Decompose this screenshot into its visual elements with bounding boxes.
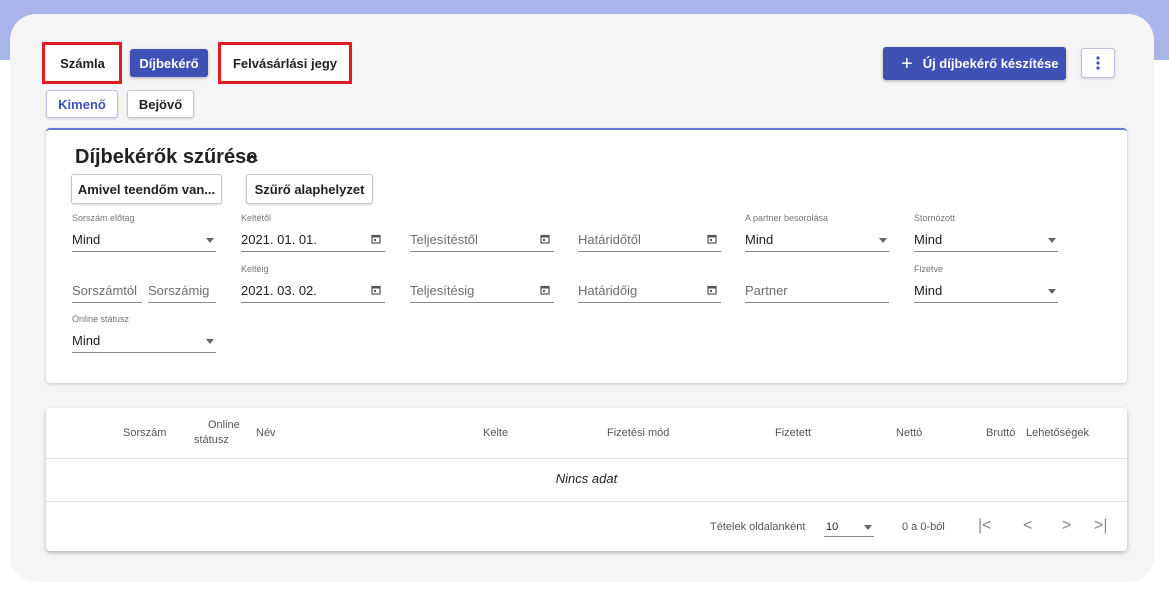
column-header-statusz[interactable]: státusz bbox=[194, 434, 229, 446]
paid-select[interactable]: Fizetve Mind bbox=[914, 264, 1058, 303]
column-header-netto[interactable]: Nettó bbox=[896, 427, 922, 439]
column-header-fizetett[interactable]: Fizetett bbox=[775, 427, 811, 439]
table-divider bbox=[46, 501, 1127, 502]
tab-kimeno[interactable]: Kimenő bbox=[46, 90, 118, 118]
serial-from-field[interactable]: Sorszámtól bbox=[72, 281, 142, 303]
calendar-icon[interactable] bbox=[371, 234, 381, 244]
tab-dijbekero[interactable]: Díjbekérő bbox=[130, 49, 208, 77]
more-vertical-icon bbox=[1096, 56, 1100, 70]
page-range: 0 a 0-ból bbox=[902, 521, 945, 533]
calendar-icon[interactable] bbox=[371, 285, 381, 295]
column-header-brutto[interactable]: Bruttó bbox=[986, 427, 1015, 439]
chevron-up-icon[interactable] bbox=[244, 150, 260, 166]
empty-message: Nincs adat bbox=[555, 471, 618, 486]
tab-bejovo[interactable]: Bejövő bbox=[127, 90, 194, 118]
next-page-icon[interactable]: > bbox=[1062, 517, 1071, 535]
cancelled-select[interactable]: Stornózott Mind bbox=[914, 213, 1058, 252]
fulfil-from-field[interactable]: Teljesítéstől bbox=[410, 230, 554, 252]
dropdown-arrow-icon bbox=[864, 525, 872, 530]
column-header-fizetesi-mod[interactable]: Fizetési mód bbox=[607, 427, 669, 439]
per-page-select[interactable]: 10 bbox=[824, 519, 874, 537]
filter-panel: Díjbekérők szűrése Amivel teendőm van...… bbox=[46, 128, 1127, 383]
due-from-field[interactable]: Határidőtől bbox=[578, 230, 721, 252]
highlight-box-felvasarlasi bbox=[218, 42, 352, 84]
more-options-button[interactable] bbox=[1081, 48, 1115, 78]
filter-title: Díjbekérők szűrése bbox=[75, 146, 258, 168]
results-table: Sorszám Online státusz Név Kelte Fizetés… bbox=[46, 408, 1127, 551]
dropdown-arrow-icon bbox=[879, 238, 887, 243]
column-header-kelte[interactable]: Kelte bbox=[483, 427, 508, 439]
date-from-field[interactable]: Keltétől 2021. 01. 01. bbox=[241, 213, 385, 252]
reset-filter-button[interactable]: Szűrő alaphelyzet bbox=[246, 174, 373, 204]
calendar-icon[interactable] bbox=[540, 234, 550, 244]
dropdown-arrow-icon bbox=[1048, 289, 1056, 294]
prev-page-icon[interactable]: < bbox=[1023, 517, 1032, 535]
new-dijbekero-button[interactable]: + Új díjbekérő készítése bbox=[883, 47, 1066, 80]
partner-field[interactable]: Partner bbox=[745, 281, 889, 303]
column-header-lehetosegek: Lehetőségek bbox=[1026, 427, 1089, 439]
highlight-box-szamla bbox=[42, 42, 122, 84]
column-header-nev[interactable]: Név bbox=[256, 427, 276, 439]
quick-filter-button[interactable]: Amivel teendőm van... bbox=[71, 174, 222, 204]
first-page-icon[interactable]: |< bbox=[978, 517, 992, 535]
table-divider bbox=[46, 458, 1127, 459]
calendar-icon[interactable] bbox=[707, 285, 717, 295]
dropdown-arrow-icon bbox=[1048, 238, 1056, 243]
plus-icon: + bbox=[901, 52, 913, 75]
calendar-icon[interactable] bbox=[707, 234, 717, 244]
column-header-online[interactable]: Online bbox=[208, 419, 240, 431]
last-page-icon[interactable]: >| bbox=[1094, 517, 1108, 535]
due-to-field[interactable]: Határidőig bbox=[578, 281, 721, 303]
partner-class-select[interactable]: A partner besorolása Mind bbox=[745, 213, 889, 252]
fulfil-to-field[interactable]: Teljesítésig bbox=[410, 281, 554, 303]
calendar-icon[interactable] bbox=[540, 285, 550, 295]
serial-to-field[interactable]: Sorszámig bbox=[148, 281, 216, 303]
date-to-field[interactable]: Keltéig 2021. 03. 02. bbox=[241, 264, 385, 303]
column-header-sorszam[interactable]: Sorszám bbox=[123, 427, 166, 439]
dropdown-arrow-icon bbox=[206, 238, 214, 243]
online-status-select[interactable]: Online státusz Mind bbox=[72, 314, 216, 353]
dropdown-arrow-icon bbox=[206, 339, 214, 344]
per-page-label: Tételek oldalanként bbox=[710, 521, 806, 533]
prefix-select[interactable]: Sorszám előtag Mind bbox=[72, 213, 216, 252]
